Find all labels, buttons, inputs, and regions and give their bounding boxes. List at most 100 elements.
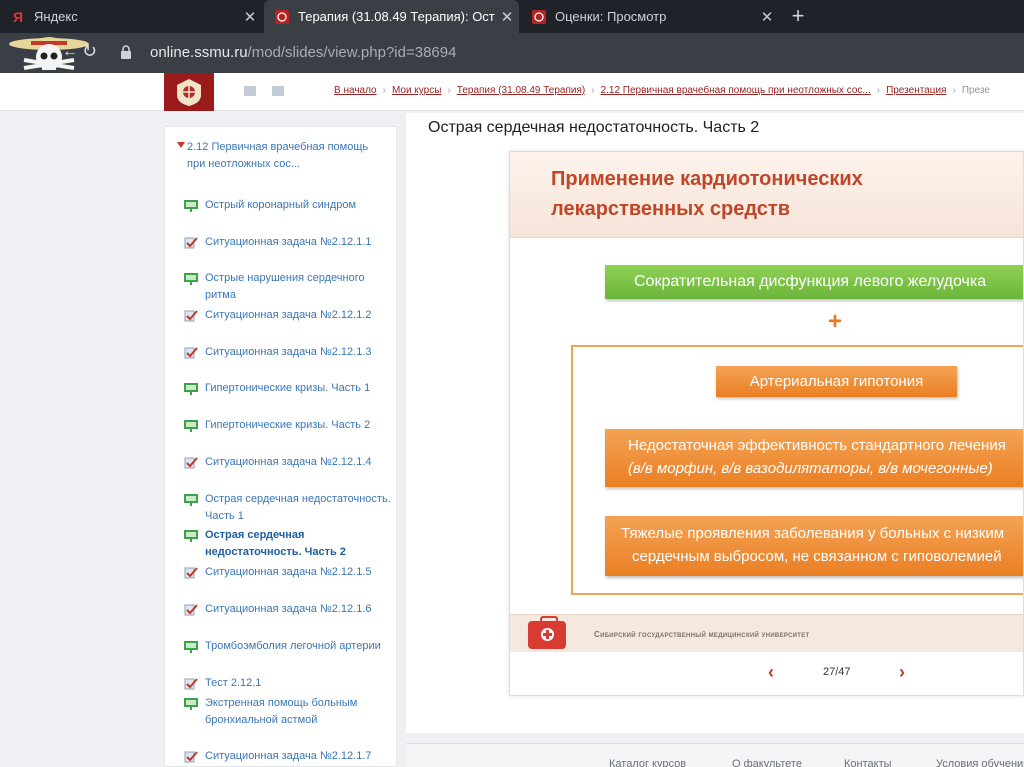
slide-title-line: лекарственных средств xyxy=(551,198,791,220)
slide-title: Применение кардиотонических лекарственны… xyxy=(551,164,1021,224)
close-icon[interactable]: ✕ xyxy=(495,8,519,26)
back-arrow-icon[interactable]: ← xyxy=(62,43,78,61)
slide-box-efficacy: Недостаточная эффективность стандартного… xyxy=(605,429,1023,487)
crest-icon xyxy=(531,9,547,25)
url-host: online.ssmu.ru xyxy=(150,44,248,61)
nav-item[interactable]: Экстренная помощь больным бронхиальной а… xyxy=(184,695,395,729)
close-icon[interactable]: ✕ xyxy=(238,8,262,26)
breadcrumb-separator: › xyxy=(952,85,956,96)
nav-item[interactable]: Острые нарушения сердечного ритма xyxy=(184,270,395,304)
nav-item-label: Ситуационная задача №2.12.1.1 xyxy=(205,236,372,248)
breadcrumb-section[interactable]: 2.12 Первичная врачебная помощь при неот… xyxy=(601,85,871,96)
nav-item[interactable]: Ситуационная задача №2.12.1.7 xyxy=(184,748,395,765)
breadcrumb-my-courses[interactable]: Мои курсы xyxy=(392,85,442,96)
first-aid-kit-icon xyxy=(528,616,566,649)
breadcrumb-separator: › xyxy=(382,85,386,96)
calendar-icon[interactable] xyxy=(272,86,284,96)
slide-viewer: Применение кардиотонических лекарственны… xyxy=(509,151,1024,696)
nav-item[interactable]: Острый коронарный синдром xyxy=(184,197,395,214)
slide: Применение кардиотонических лекарственны… xyxy=(510,152,1023,652)
quiz-icon xyxy=(184,347,198,359)
slide-box-line: Недостаточная эффективность стандартного… xyxy=(628,437,1006,454)
quiz-icon xyxy=(184,751,198,763)
nav-item[interactable]: Ситуационная задача №2.12.1.6 xyxy=(184,601,395,618)
quiz-icon xyxy=(184,604,198,616)
nav-item[interactable]: Ситуационная задача №2.12.1.5 xyxy=(184,564,395,581)
nav-item-label: Ситуационная задача №2.12.1.5 xyxy=(205,566,372,578)
footer-link-catalog[interactable]: Каталог курсов xyxy=(609,758,686,767)
nav-item-label: Острый коронарный синдром xyxy=(205,199,357,211)
nav-item-label: Ситуационная задача №2.12.1.2 xyxy=(205,309,372,321)
slide-box-hypotension: Артериальная гипотония xyxy=(716,366,957,397)
quiz-icon xyxy=(184,310,198,322)
nav-item-label: Острая сердечная недостаточность. Часть … xyxy=(205,529,346,558)
new-tab-button[interactable]: + xyxy=(786,4,810,28)
breadcrumb-separator: › xyxy=(591,85,595,96)
slide-pager: ‹ 27/47 › xyxy=(510,652,1023,695)
tab-therapy[interactable]: Терапия (31.08.49 Терапия): Ост ✕ xyxy=(264,0,519,33)
page-title: Острая сердечная недостаточность. Часть … xyxy=(428,119,760,136)
medical-cross-icon xyxy=(541,628,554,641)
footer-link-terms[interactable]: Условия обучения xyxy=(936,758,1024,767)
slides-icon xyxy=(184,200,198,212)
close-icon[interactable]: ✕ xyxy=(755,8,779,26)
nav-item-label: Острая сердечная недостаточность. Часть … xyxy=(205,493,391,522)
slides-icon xyxy=(184,420,198,432)
slides-icon xyxy=(184,698,198,710)
nav-item-label: Экстренная помощь больным бронхиальной а… xyxy=(205,697,358,726)
nav-item-label: Ситуационная задача №2.12.1.6 xyxy=(205,603,372,615)
slide-box-line: сердечным выбросом, не связанном с гипов… xyxy=(632,548,1002,565)
browser-tab-bar: Я Яндекс ✕ Терапия (31.08.49 Терапия): О… xyxy=(0,0,1024,33)
nav-item[interactable]: Гипертонические кризы. Часть 2 xyxy=(184,417,395,434)
breadcrumb-home[interactable]: В начало xyxy=(334,85,377,96)
nav-item-label: Тест 2.12.1 xyxy=(205,677,262,689)
nav-item[interactable]: Острая сердечная недостаточность. Часть … xyxy=(184,527,395,561)
slides-icon xyxy=(184,530,198,542)
pirate-skull-icon xyxy=(4,30,94,74)
breadcrumb: В начало › Мои курсы › Терапия (31.08.49… xyxy=(334,85,990,96)
slides-icon xyxy=(184,641,198,653)
prev-slide-button[interactable]: ‹ xyxy=(768,662,774,683)
nav-item[interactable]: Гипертонические кризы. Часть 1 xyxy=(184,380,395,397)
quiz-icon xyxy=(184,678,198,690)
nav-item[interactable]: Тромбоэмболия легочной артерии xyxy=(184,638,395,655)
tab-title: Оценки: Просмотр xyxy=(555,9,667,24)
nav-item-label: Гипертонические кризы. Часть 1 xyxy=(205,382,371,394)
nav-item[interactable]: Тест 2.12.1 xyxy=(184,675,395,692)
mail-icon[interactable] xyxy=(244,86,256,96)
nav-item[interactable]: Острая сердечная недостаточность. Часть … xyxy=(184,491,395,525)
slides-icon xyxy=(184,494,198,506)
plus-sign: + xyxy=(828,308,843,335)
nav-item[interactable]: Ситуационная задача №2.12.1.1 xyxy=(184,234,395,251)
next-slide-button[interactable]: › xyxy=(899,662,905,683)
expand-arrow-icon[interactable] xyxy=(177,142,185,148)
footer-link-about[interactable]: О факультете xyxy=(732,758,802,767)
url-path: /mod/slides/view.php?id=38694 xyxy=(247,44,457,61)
tab-grades[interactable]: Оценки: Просмотр ✕ xyxy=(521,0,779,33)
lock-icon[interactable] xyxy=(120,45,132,59)
reload-icon[interactable]: ↻ xyxy=(82,41,97,62)
nav-item-label: Ситуационная задача №2.12.1.7 xyxy=(205,750,372,762)
slide-box-severe: Тяжелые проявления заболевания у больных… xyxy=(605,516,1023,576)
breadcrumb-current: Презе xyxy=(961,85,990,96)
nav-item-label: Гипертонические кризы. Часть 2 xyxy=(205,419,371,431)
university-name: Сибирский государственный медицинский ун… xyxy=(594,630,810,639)
nav-section-2-12[interactable]: 2.12 Первичная врачебная помощь при неот… xyxy=(177,139,387,173)
slide-counter: 27/47 xyxy=(823,666,851,678)
quiz-icon xyxy=(184,237,198,249)
footer-link-contacts[interactable]: Контакты xyxy=(844,758,892,767)
slide-box-line: (в/в морфин, в/в вазодилятаторы, в/в моч… xyxy=(628,460,993,477)
breadcrumb-course[interactable]: Терапия (31.08.49 Терапия) xyxy=(457,85,585,96)
nav-item[interactable]: Ситуационная задача №2.12.1.4 xyxy=(184,454,395,471)
breadcrumb-presentation[interactable]: Презентация xyxy=(886,85,946,96)
yandex-icon: Я xyxy=(12,8,24,25)
tab-yandex[interactable]: Я Яндекс ✕ xyxy=(0,0,262,33)
quiz-icon xyxy=(184,567,198,579)
university-logo[interactable] xyxy=(164,73,214,111)
nav-item-label: Ситуационная задача №2.12.1.4 xyxy=(205,456,372,468)
nav-item[interactable]: Ситуационная задача №2.12.1.2 xyxy=(184,307,395,324)
tab-title: Яндекс xyxy=(34,9,78,24)
url-text[interactable]: online.ssmu.ru/mod/slides/view.php?id=38… xyxy=(150,44,456,61)
slides-icon xyxy=(184,273,198,285)
nav-item[interactable]: Ситуационная задача №2.12.1.3 xyxy=(184,344,395,361)
